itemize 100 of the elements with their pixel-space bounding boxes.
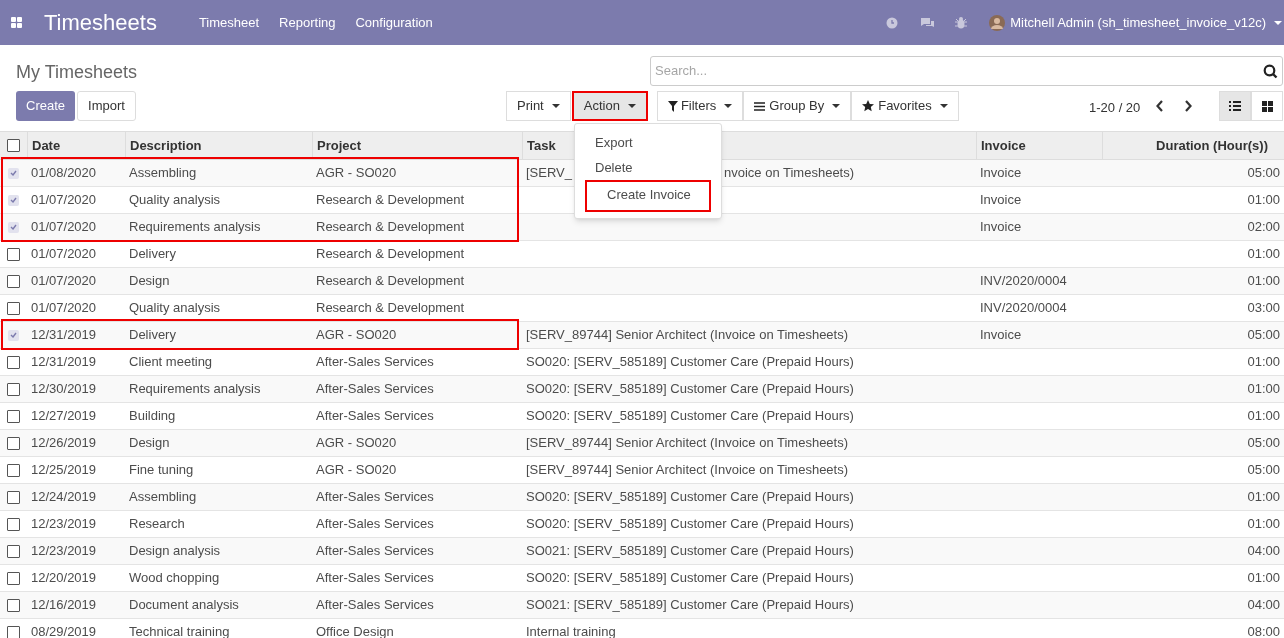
table-cell-text: INV/2020/0004 xyxy=(980,272,1067,291)
table-cell-text: SO020: [SERV_585189] Customer Care (Prepaid Hours) xyxy=(526,353,854,372)
table-cell-text: Research & Development xyxy=(316,218,465,237)
table-cell-text: 01/07/2020 xyxy=(31,299,97,318)
select-all-checkbox[interactable] xyxy=(7,139,20,152)
row-checkbox[interactable] xyxy=(7,625,20,638)
menu-item[interactable]: Reporting xyxy=(279,12,336,33)
caret-icon xyxy=(627,104,636,108)
row-checkbox[interactable] xyxy=(7,247,20,261)
dropdown-button[interactable]: Filters xyxy=(656,91,744,121)
row-checkbox[interactable] xyxy=(7,544,20,558)
search-field[interactable]: Search... xyxy=(650,56,1283,86)
table-cell-text: 01:00 xyxy=(1247,272,1280,291)
dropdown-button[interactable]: Action xyxy=(571,91,648,121)
table-cell-text: AGR - SO020 xyxy=(316,461,397,480)
menu-item[interactable]: Configuration xyxy=(355,12,433,33)
table-cell-text: Invoice xyxy=(980,164,1022,183)
dropdown-button[interactable]: Print xyxy=(506,91,571,121)
table-cell-text: SO020: [SERV_585189] Customer Care (Prepaid Hours) xyxy=(526,488,854,507)
table-cell-text: After-Sales Services xyxy=(316,569,434,588)
list-view-button[interactable] xyxy=(1219,91,1251,121)
user-menu[interactable]: Mitchell Admin (sh_timesheet_invoice_v12c) xyxy=(1010,12,1266,33)
menu-option[interactable]: Export xyxy=(575,130,721,155)
table-cell-text: AGR - SO020 xyxy=(316,164,397,183)
avatar-icon[interactable] xyxy=(989,14,1006,31)
row-checkbox[interactable] xyxy=(7,436,20,450)
table-cell-text: Assembling xyxy=(129,164,197,183)
apps-icon[interactable] xyxy=(11,17,22,28)
row-checkbox[interactable] xyxy=(7,571,20,585)
table-cell-text: 01/08/2020 xyxy=(31,164,97,183)
table-cell-text: SO020: [SERV_585189] Customer Care (Prepaid Hours) xyxy=(526,515,854,534)
dropdown-button[interactable]: Group By xyxy=(743,91,852,121)
row-checkbox[interactable] xyxy=(7,382,20,396)
column-header[interactable]: Duration (Hour(s)) xyxy=(1102,132,1284,159)
table-cell-text: Research & Development xyxy=(316,272,465,291)
table-row[interactable]: 12/23/2019 Design analysis After-Sales Services SO021: [SERV_585189] Customer Care (Prepaid Hours) 04:00 xyxy=(0,538,1284,565)
row-checkbox[interactable] xyxy=(7,598,20,612)
create-button[interactable]: Create xyxy=(16,91,76,121)
row-checkbox[interactable] xyxy=(7,490,20,504)
table-row[interactable]: 01/07/2020 Design Research & Development INV/2020/0004 01:00 xyxy=(0,268,1284,295)
table-cell-text: Design xyxy=(129,434,170,453)
column-header[interactable]: Project xyxy=(312,132,522,159)
row-checkbox[interactable] xyxy=(7,301,20,315)
menu-option[interactable]: Create Invoice xyxy=(585,180,711,212)
table-cell-text: 12/20/2019 xyxy=(31,569,97,588)
table-cell-text: Client meeting xyxy=(129,353,213,372)
next-icon[interactable] xyxy=(1184,100,1192,112)
table-row[interactable]: 12/24/2019 Assembling After-Sales Services SO020: [SERV_585189] Customer Care (Prepaid Hours) 01:00 xyxy=(0,484,1284,511)
table-cell-text: Document analysis xyxy=(129,596,239,615)
caret-icon xyxy=(1274,20,1282,25)
table-cell-text: Design analysis xyxy=(129,542,221,561)
table-cell-text: 03:00 xyxy=(1247,299,1280,318)
table-cell-text: 12/31/2019 xyxy=(31,326,97,345)
table-row[interactable]: 12/30/2019 Requirements analysis After-Sales Services SO020: [SERV_585189] Customer Care (Prepaid Hours) 01:00 xyxy=(0,376,1284,403)
table-cell-text: 12/24/2019 xyxy=(31,488,97,507)
row-checkbox[interactable] xyxy=(8,329,19,341)
table-cell-text: Invoice xyxy=(980,191,1022,210)
table-cell-text: [SERV_89744] Senior Architect (Invoice on Timesheets) xyxy=(526,434,849,453)
search-input[interactable]: Search... xyxy=(655,61,1263,81)
pager-text: 1-20 / 20 xyxy=(1089,99,1141,117)
table-cell-text: After-Sales Services xyxy=(316,515,434,534)
caret-icon xyxy=(551,104,560,108)
menu-item[interactable]: Timesheet xyxy=(198,12,260,33)
caret-icon xyxy=(939,104,948,108)
star-icon xyxy=(862,100,875,112)
table-cell-text: SO021: [SERV_585189] Customer Care (Prepaid Hours) xyxy=(526,542,854,561)
table-cell-text: 04:00 xyxy=(1247,596,1280,615)
row-checkbox[interactable] xyxy=(7,274,20,288)
row-checkbox[interactable] xyxy=(8,221,19,233)
caret-icon xyxy=(724,104,733,108)
table-row[interactable]: 12/26/2019 Design AGR - SO020 [SERV_89744] Senior Architect (Invoice on Timesheets) 05:00 xyxy=(0,430,1284,457)
table-cell-text: After-Sales Services xyxy=(316,596,434,615)
import-button[interactable]: Import xyxy=(77,91,136,121)
table-cell-text: 01/07/2020 xyxy=(31,272,97,291)
row-checkbox[interactable] xyxy=(8,167,19,179)
table-cell-text: Assembling xyxy=(129,488,197,507)
table-cell-text: 12/23/2019 xyxy=(31,542,97,561)
table-cell-text: 12/27/2019 xyxy=(31,407,97,426)
row-checkbox[interactable] xyxy=(7,463,20,477)
column-header[interactable]: Invoice xyxy=(976,132,1102,159)
dropdown-button[interactable]: Favorites xyxy=(851,91,959,121)
table-cell-text: SO021: [SERV_585189] Customer Care (Prepaid Hours) xyxy=(526,596,854,615)
row-checkbox[interactable] xyxy=(8,194,19,206)
search-icon[interactable] xyxy=(1263,63,1278,79)
table-cell-text: 12/16/2019 xyxy=(31,596,97,615)
row-checkbox[interactable] xyxy=(7,517,20,531)
row-checkbox[interactable] xyxy=(7,355,20,369)
table-cell-text: [SERV_89744] Senior Architect (Invoice on Timesheets) xyxy=(526,461,849,480)
row-checkbox[interactable] xyxy=(7,409,20,423)
app-title[interactable]: Timesheets xyxy=(44,6,157,39)
column-header[interactable]: Description xyxy=(125,132,312,159)
kanban-view-button[interactable] xyxy=(1251,91,1283,121)
previous-icon[interactable] xyxy=(1156,100,1164,112)
table-cell-text: 05:00 xyxy=(1247,326,1280,345)
table-cell-text: 05:00 xyxy=(1247,434,1280,453)
table-cell-text: Quality analysis xyxy=(129,299,221,318)
column-header[interactable]: Date xyxy=(27,132,125,159)
table-cell-text: After-Sales Services xyxy=(316,542,434,561)
table-row[interactable]: 12/16/2019 Document analysis After-Sales Services SO021: [SERV_585189] Customer Care (Prepaid Hours) 04:00 xyxy=(0,592,1284,619)
table-cell-text: After-Sales Services xyxy=(316,353,434,372)
